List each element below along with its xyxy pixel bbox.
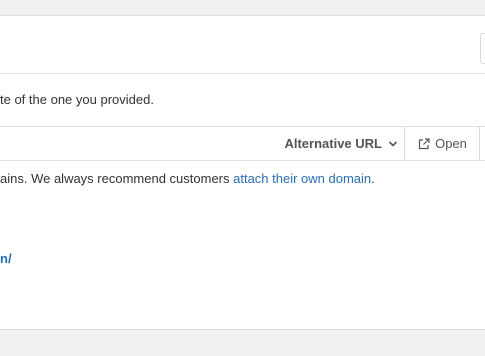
chevron-down-icon [388, 140, 398, 147]
alternative-url-label: Alternative URL [284, 136, 382, 151]
url-row: Alternative URL Open [0, 126, 485, 161]
bottom-band [0, 330, 485, 356]
content-panel: te of the one you provided. Alternative … [0, 15, 485, 330]
domain-note: ains. We always recommend customers atta… [0, 171, 375, 186]
domain-note-prefix: ains. We always recommend customers [0, 171, 234, 186]
open-button[interactable]: Open [404, 127, 480, 160]
top-band [0, 0, 485, 15]
alternative-url-dropdown[interactable]: Alternative URL [274, 127, 404, 160]
open-label: Open [435, 136, 467, 151]
domain-note-suffix: . [371, 171, 375, 186]
header-button-partial[interactable] [480, 33, 485, 64]
description-text: te of the one you provided. [0, 92, 154, 107]
external-link-icon [418, 137, 430, 149]
url-link[interactable]: n/ [0, 251, 12, 266]
attach-domain-link[interactable]: attach their own domain [233, 171, 371, 186]
panel-header [0, 16, 485, 74]
